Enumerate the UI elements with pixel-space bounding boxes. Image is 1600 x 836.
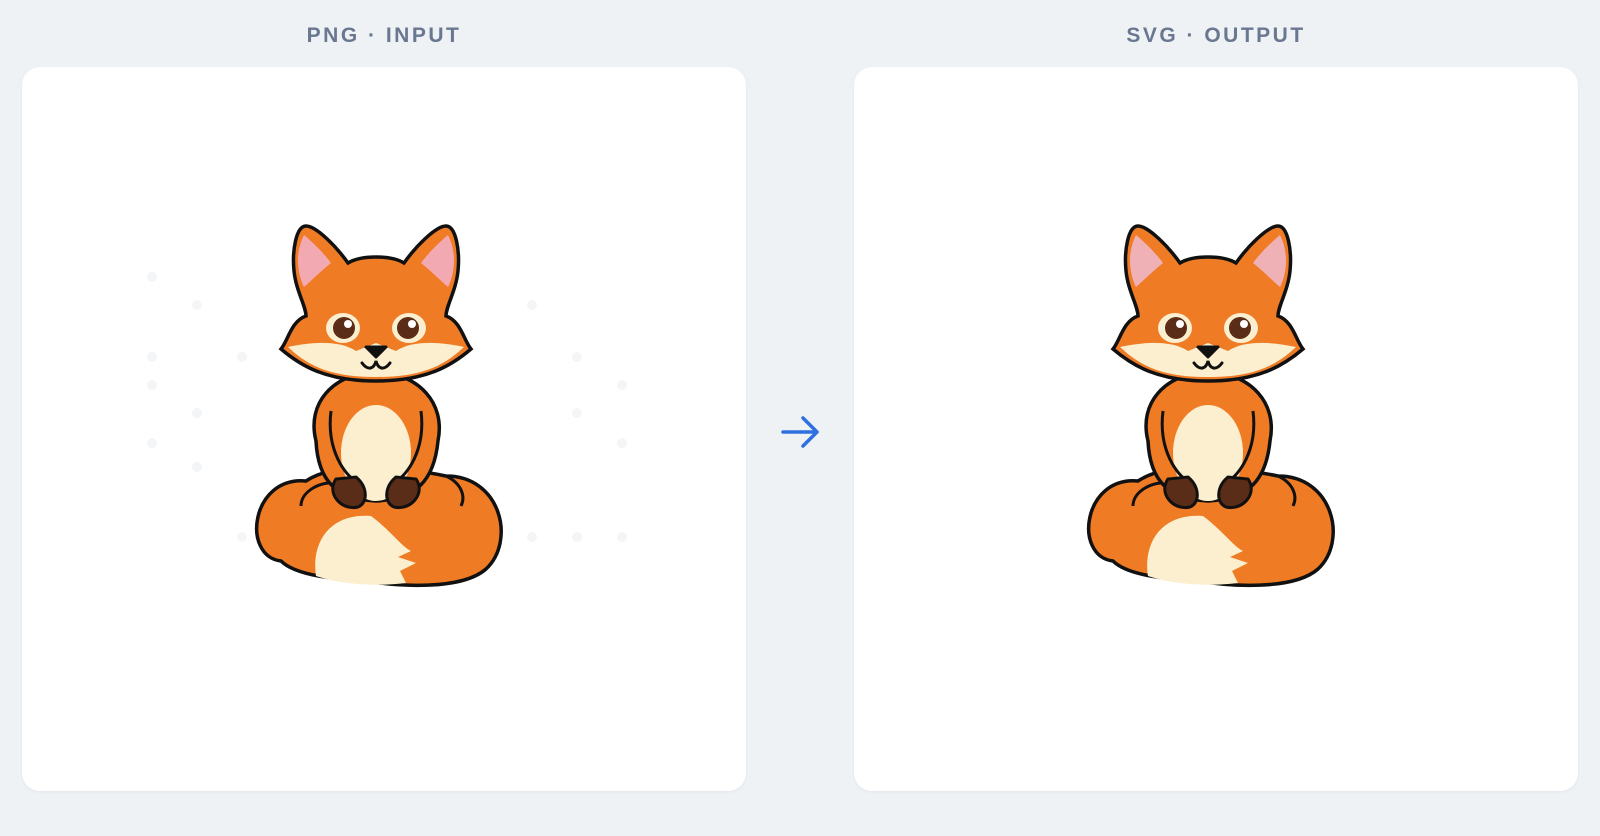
fox-illustration-svg	[1086, 224, 1335, 588]
arrow-right-icon	[781, 416, 819, 448]
input-panel-label: PNG · INPUT	[306, 24, 462, 47]
input-image-card	[22, 67, 746, 791]
fox-illustration-png	[147, 224, 627, 588]
output-panel-label: SVG · OUTPUT	[1126, 24, 1306, 47]
output-image-card	[854, 67, 1578, 791]
